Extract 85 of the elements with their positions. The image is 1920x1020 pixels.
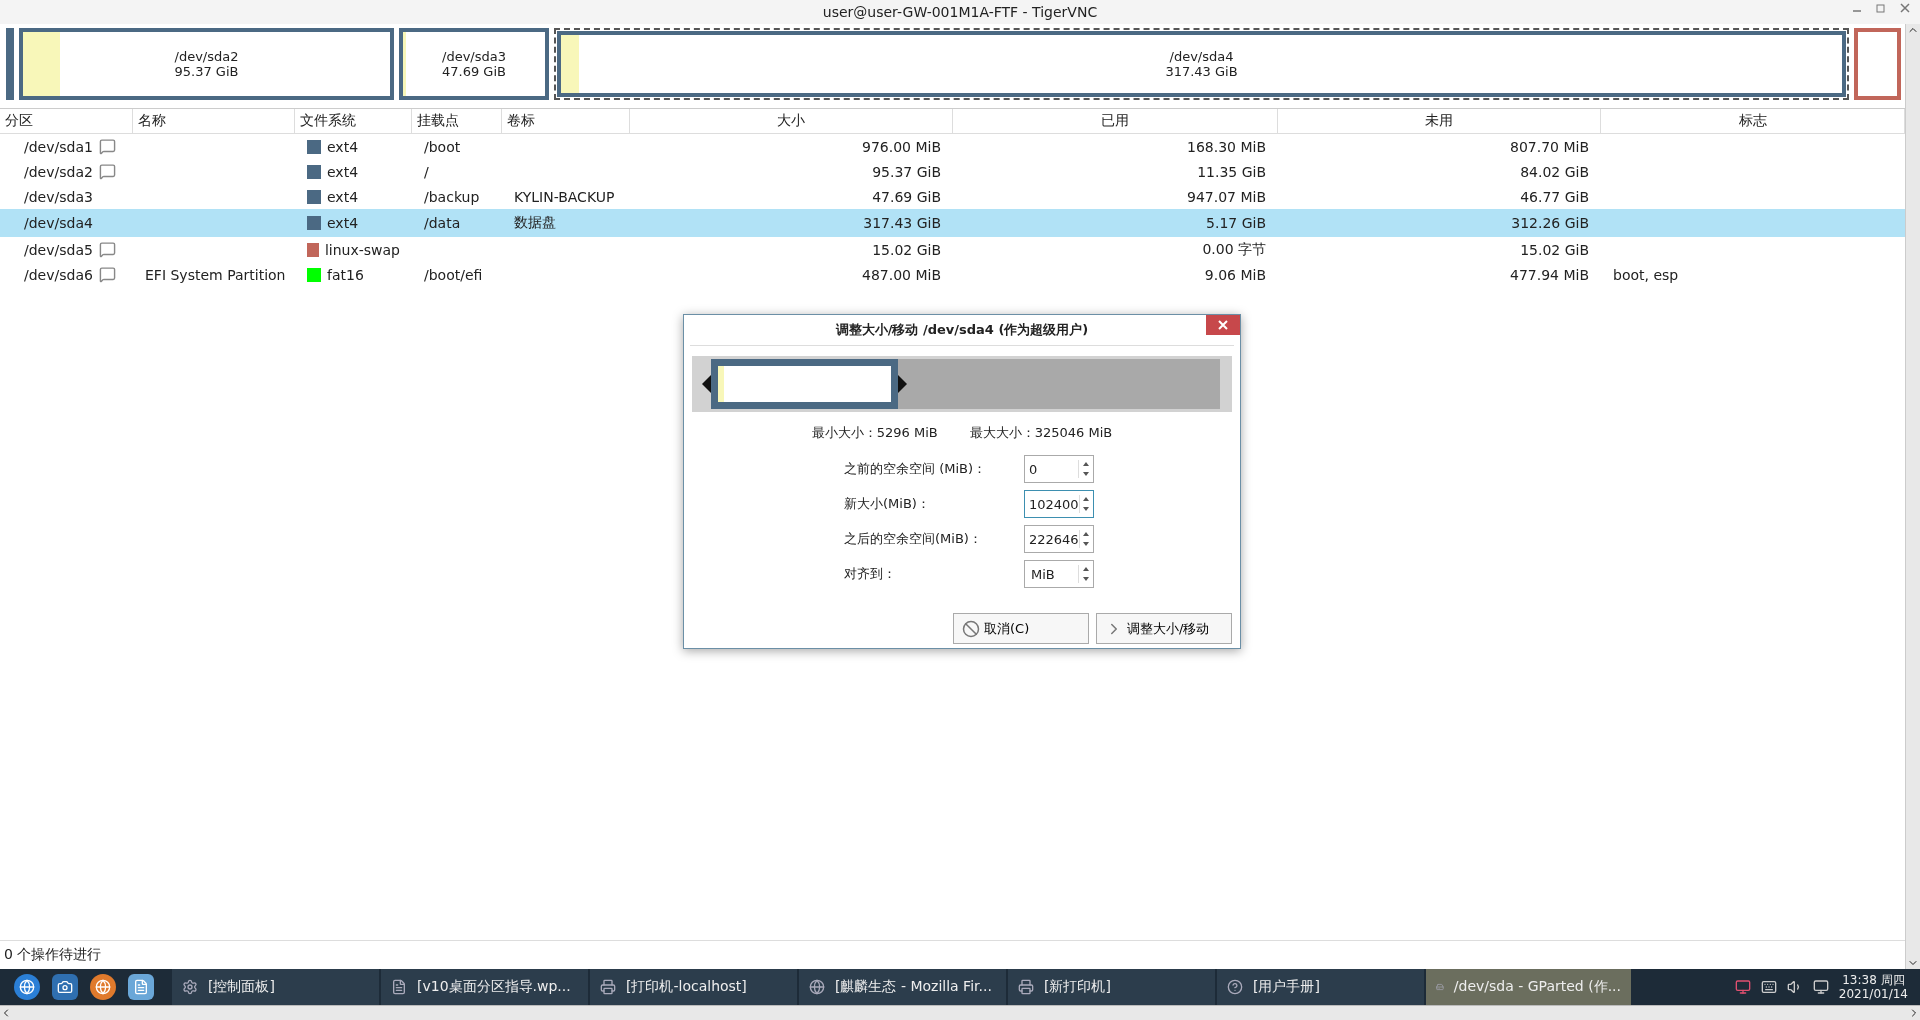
resize-button[interactable]: 调整大小/移动 bbox=[1096, 613, 1232, 644]
table-cell: /data bbox=[424, 215, 461, 231]
partition-row[interactable]: /dev/sda6 EFI System Partition fat16 /boot/efi 487.00 MiB 9.06 MiB 477.94 MiB boot, esp bbox=[0, 262, 1905, 287]
field-label: 新大小(MiB)： bbox=[844, 495, 931, 513]
table-cell: ext4 bbox=[327, 188, 359, 205]
table-cell: 5.17 GiB bbox=[1206, 215, 1266, 231]
table-cell: KYLIN-BACKUP bbox=[514, 188, 615, 205]
partition-size: 95.37 GiB bbox=[174, 64, 239, 79]
column-header[interactable]: 名称 bbox=[133, 109, 295, 133]
taskbar-task[interactable]: [v10桌面分区指导.wp... bbox=[381, 969, 588, 1005]
cancel-button[interactable]: 取消(C) bbox=[953, 613, 1089, 644]
table-cell: 0.00 字节 bbox=[1202, 240, 1266, 259]
partition-size: 317.43 GiB bbox=[1165, 64, 1238, 79]
taskbar-task[interactable]: [麒麟生态 - Mozilla Fir... bbox=[799, 969, 1006, 1005]
field-label: 之后的空余空间(MiB)： bbox=[844, 530, 983, 548]
partition-name: /dev/sda4 bbox=[1169, 49, 1234, 64]
table-cell: 15.02 GiB bbox=[1520, 241, 1589, 258]
table-cell: 84.02 GiB bbox=[1520, 163, 1589, 180]
table-cell: 976.00 MiB bbox=[862, 138, 941, 155]
spin-field[interactable]: 222646 bbox=[1024, 525, 1094, 553]
table-cell: 477.94 MiB bbox=[1510, 266, 1589, 283]
partition-name: /dev/sda3 bbox=[442, 49, 506, 64]
clock-date: 2021/01/14 bbox=[1838, 987, 1908, 1001]
table-cell: linux-swap bbox=[324, 241, 400, 258]
column-header[interactable]: 已用 bbox=[953, 109, 1278, 133]
table-cell: /dev/sda4 bbox=[24, 215, 93, 231]
table-cell: /dev/sda3 bbox=[24, 188, 93, 205]
table-cell: 947.07 MiB bbox=[1187, 188, 1266, 205]
field-label: 对齐到： bbox=[844, 565, 897, 583]
table-cell: 95.37 GiB bbox=[872, 163, 941, 180]
taskbar-task[interactable]: [用户手册] bbox=[1217, 969, 1424, 1005]
min-size-text: 最小大小：5296 MiB bbox=[811, 424, 938, 442]
taskbar-task[interactable]: /dev/sda - GParted (作... bbox=[1426, 969, 1631, 1005]
table-cell: 9.06 MiB bbox=[1204, 266, 1266, 283]
table-cell: /dev/sda6 bbox=[24, 266, 93, 283]
taskbar-task[interactable]: [打印机-localhost] bbox=[590, 969, 797, 1005]
table-cell: fat16 bbox=[327, 266, 364, 283]
table-cell: boot, esp bbox=[1613, 266, 1679, 283]
column-header[interactable]: 文件系统 bbox=[295, 109, 412, 133]
partition-segment[interactable]: /dev/sda4 317.43 GiB bbox=[554, 28, 1849, 100]
align-dropdown[interactable]: MiB bbox=[1024, 560, 1094, 588]
column-header[interactable]: 分区 bbox=[0, 109, 133, 133]
table-cell: /dev/sda5 bbox=[24, 241, 93, 258]
partition-segment[interactable]: /dev/sda2 95.37 GiB bbox=[19, 28, 394, 100]
column-header[interactable]: 未用 bbox=[1278, 109, 1601, 133]
table-cell: /backup bbox=[424, 188, 480, 205]
taskbar-task[interactable]: [新打印机] bbox=[1008, 969, 1215, 1005]
table-cell: 数据盘 bbox=[514, 214, 556, 232]
spin-field[interactable]: 0 bbox=[1024, 455, 1094, 483]
field-label: 之前的空余空间 (MiB)： bbox=[844, 460, 988, 478]
clock-time: 13:38 周四 bbox=[1842, 973, 1905, 987]
table-cell: /boot/efi bbox=[424, 266, 483, 283]
partition-row[interactable]: /dev/sda3 ext4 /backup KYLIN-BACKUP 47.69 GiB 947.07 MiB 46.77 GiB bbox=[0, 184, 1905, 209]
table-cell: 487.00 MiB bbox=[862, 266, 941, 283]
table-cell: 11.35 GiB bbox=[1197, 163, 1266, 180]
table-cell: 807.70 MiB bbox=[1510, 138, 1589, 155]
table-cell: ext4 bbox=[327, 138, 359, 155]
column-header[interactable]: 挂载点 bbox=[412, 109, 502, 133]
max-size-text: 最大大小：325046 MiB bbox=[969, 424, 1113, 442]
table-cell: /dev/sda1 bbox=[24, 138, 93, 155]
partition-size: 47.69 GiB bbox=[442, 64, 506, 79]
table-cell: /dev/sda2 bbox=[24, 163, 93, 180]
spin-field[interactable]: 102400 bbox=[1024, 490, 1094, 518]
table-cell: ext4 bbox=[327, 163, 359, 180]
partition-row[interactable]: /dev/sda1 ext4 /boot 976.00 MiB 168.30 MiB 807.70 MiB bbox=[0, 134, 1905, 159]
column-header[interactable]: 卷标 bbox=[502, 109, 630, 133]
table-cell: 47.69 GiB bbox=[872, 188, 941, 205]
table-cell: 15.02 GiB bbox=[872, 241, 941, 258]
partition-segment[interactable]: /dev/sda3 47.69 GiB bbox=[399, 28, 549, 100]
table-cell: / bbox=[424, 163, 429, 180]
table-cell: /boot bbox=[424, 138, 461, 155]
window-title: user@user-GW-001M1A-FTF - TigerVNC bbox=[822, 4, 1098, 20]
column-header[interactable]: 大小 bbox=[630, 109, 953, 133]
table-cell: 168.30 MiB bbox=[1187, 138, 1266, 155]
table-cell: 317.43 GiB bbox=[863, 215, 941, 231]
table-cell: 312.26 GiB bbox=[1511, 215, 1589, 231]
table-cell: EFI System Partition bbox=[145, 266, 286, 283]
table-cell: ext4 bbox=[327, 215, 359, 231]
partition-name: /dev/sda2 bbox=[174, 49, 239, 64]
partition-row[interactable]: /dev/sda4 ext4 /data 数据盘 317.43 GiB 5.17 GiB 312.26 GiB bbox=[0, 209, 1905, 237]
taskbar-task[interactable]: [控制面板] bbox=[172, 969, 379, 1005]
partition-row[interactable]: /dev/sda5 linux-swap 15.02 GiB 0.00 字节 15.02 GiB bbox=[0, 237, 1905, 262]
dialog-title: 调整大小/移动 /dev/sda4 (作为超级用户) bbox=[690, 315, 1234, 346]
partition-row[interactable]: /dev/sda2 ext4 / 95.37 GiB 11.35 GiB 84.02 GiB bbox=[0, 159, 1905, 184]
table-cell: 46.77 GiB bbox=[1520, 188, 1589, 205]
